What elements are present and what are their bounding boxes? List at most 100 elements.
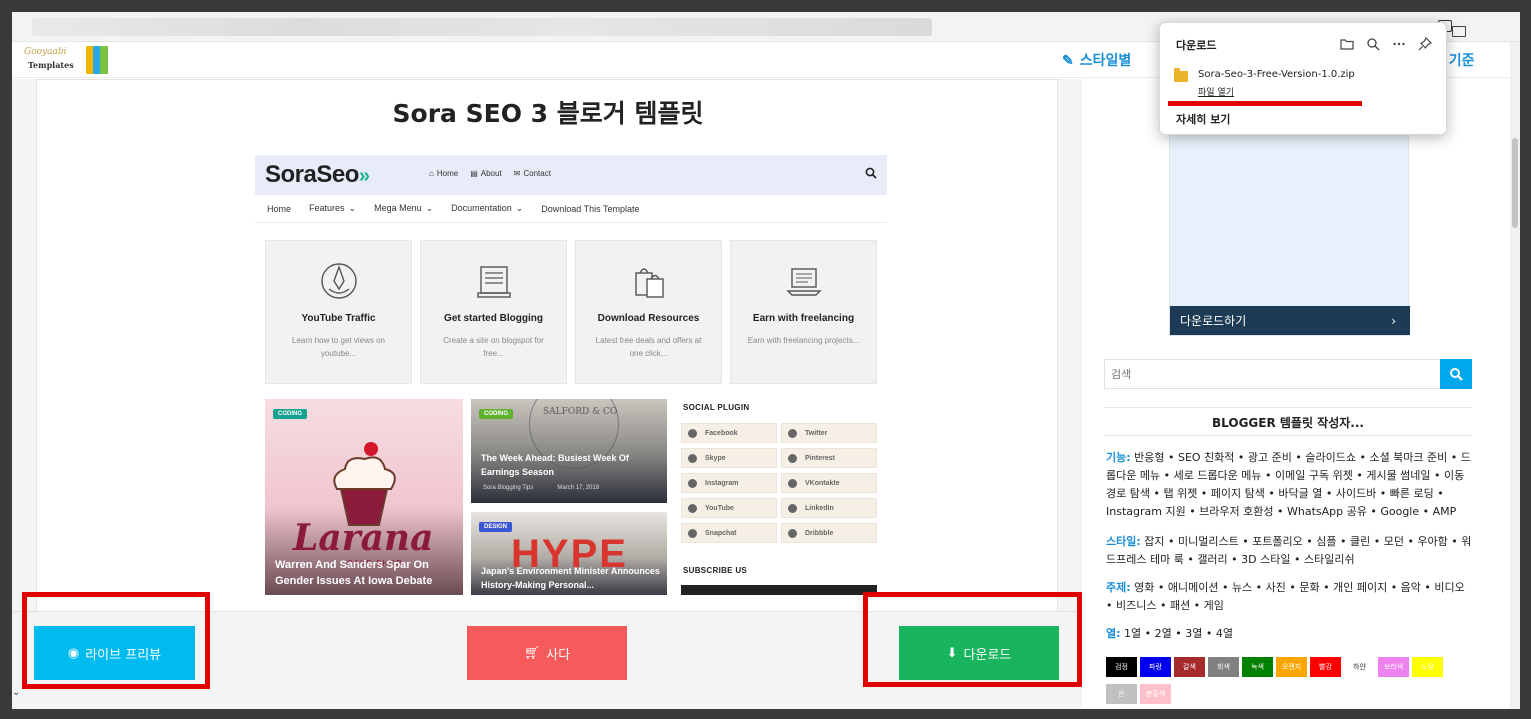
post-title: The Week Ahead: Busiest Week Of Earnings… <box>481 453 629 477</box>
social-button: LinkedIn <box>781 498 877 518</box>
post-badge: CODING <box>479 409 513 419</box>
chevron-right-icon: › <box>1391 313 1396 328</box>
divider <box>1104 435 1472 436</box>
preview-top-link: ⌂ Home <box>429 169 459 178</box>
youtube-icon <box>688 503 697 513</box>
preview-card-desc: Latest free deals and offers at one clic… <box>595 336 702 358</box>
color-chip[interactable]: 은 <box>1106 684 1137 704</box>
preview-card-title: YouTube Traffic <box>301 313 376 324</box>
snapchat-icon <box>688 528 697 538</box>
sidebar: 다운로드하기 › BLOGGER 템플릿 작성자... 기능: 반응형 • SE… <box>1099 79 1509 709</box>
social-button: Instagram <box>681 473 777 493</box>
social-button: Facebook <box>681 423 777 443</box>
color-chip-list: 검정 파랑 갈색 회색 녹색 오렌지 빨강 하얀 보라색 노랑은 분홍색 <box>1106 657 1472 704</box>
video-thumbnail <box>681 585 877 595</box>
download-popup: 다운로드 Sora-Seo-3-Free-Version-1.0.zip 파일 … <box>1159 22 1447 135</box>
nav-style-link[interactable]: ✎ 스타일별 <box>1062 50 1131 70</box>
buy-label: 사다 <box>546 647 571 663</box>
highlight-box-preview <box>22 592 210 689</box>
post-image-text: SALFORD & CO <box>543 407 618 417</box>
color-chip[interactable]: 하얀 <box>1344 657 1375 677</box>
dribbble-icon <box>788 528 797 538</box>
buy-button[interactable]: 🛒︎ 사다 <box>467 626 627 680</box>
search-input[interactable] <box>1105 360 1439 388</box>
more-options-icon[interactable] <box>1392 37 1406 51</box>
chevron-down-icon[interactable]: ⌄ <box>12 687 20 698</box>
preview-menu-item: Features <box>309 203 356 214</box>
post-meta: Sora Blogging Tips March 17, 2018 <box>483 485 599 491</box>
folder-icon[interactable] <box>1340 37 1354 51</box>
color-chip[interactable]: 파랑 <box>1140 657 1171 677</box>
color-chip[interactable]: 검정 <box>1106 657 1137 677</box>
logo-subtext: Templates <box>28 60 74 70</box>
download-popup-toolbar <box>1340 37 1432 51</box>
columns-key: 열: <box>1106 627 1121 640</box>
site-logo[interactable]: Gooyaabi Templates <box>24 44 108 76</box>
color-chip[interactable]: 노랑 <box>1412 657 1443 677</box>
double-chevron-icon: » <box>358 165 370 187</box>
features-text: 반응형 • SEO 친화적 • 광고 준비 • 슬라이드쇼 • 소셜 북마크 준… <box>1106 451 1471 518</box>
preview-logo-text: SoraSeo <box>265 161 359 188</box>
download-file-name[interactable]: Sora-Seo-3-Free-Version-1.0.zip <box>1198 69 1355 80</box>
preview-topbar: SoraSeo» ⌂ Home ▤ About ✉ Contact <box>255 155 887 195</box>
scrollbar-thumb[interactable] <box>1512 138 1518 228</box>
cupcake-icon <box>333 442 396 526</box>
mail-icon: ✉ <box>513 169 521 178</box>
post-image-text: Larana <box>293 517 434 559</box>
preview-card-desc: Earn with freelancing projects... <box>747 336 860 345</box>
preview-top-link: ▤ About <box>470 169 502 178</box>
sidebar-download-label: 다운로드하기 <box>1180 314 1247 328</box>
features-key: 기능: <box>1106 451 1131 464</box>
laptop-icon <box>785 268 822 296</box>
linkedin-icon <box>788 503 797 513</box>
social-heading: SOCIAL PLUGIN <box>683 403 750 412</box>
template-preview-image: SoraSeo» ⌂ Home ▤ About ✉ Contact Home Feat… <box>255 155 887 595</box>
social-button: Snapchat <box>681 523 777 543</box>
open-file-link[interactable]: 파일 열기 <box>1198 85 1234 98</box>
color-chip[interactable]: 오렌지 <box>1276 657 1307 677</box>
zip-folder-icon <box>1174 68 1188 82</box>
sidebar-download-button[interactable]: 다운로드하기 › <box>1170 306 1410 335</box>
preview-top-links: ⌂ Home ▤ About ✉ Contact <box>429 169 551 178</box>
preview-post: DESIGN HYPE Japan's Environment Minister… <box>471 512 667 595</box>
browser-viewport: Gooyaabi Templates ✎ 스타일별 롸 기준 Sora SEO 3… <box>12 12 1520 709</box>
skype-icon <box>688 453 697 463</box>
highlight-underline <box>1168 101 1362 106</box>
social-button: Dribbble <box>781 523 877 543</box>
preview-menu-item: Download This Template <box>541 203 640 214</box>
books-icon <box>86 46 112 74</box>
preview-logo: SoraSeo» <box>265 161 370 189</box>
color-chip[interactable]: 갈색 <box>1174 657 1205 677</box>
search-icon <box>1450 368 1463 381</box>
pin-icon[interactable] <box>1418 37 1432 51</box>
twitter-icon <box>788 428 797 438</box>
folder-icon[interactable] <box>1452 26 1466 37</box>
topic-key: 주제: <box>1106 581 1131 594</box>
nav-style-label: 스타일별 <box>1079 52 1132 68</box>
style-key: 스타일: <box>1106 535 1141 548</box>
post-date: March 17, 2018 <box>557 485 600 491</box>
preview-card-title: Get started Blogging <box>444 313 543 324</box>
color-chip[interactable]: 회색 <box>1208 657 1239 677</box>
page-scrollbar[interactable] <box>1510 42 1520 709</box>
color-chip[interactable]: 보라색 <box>1378 657 1409 677</box>
color-chip[interactable]: 녹색 <box>1242 657 1273 677</box>
color-chip[interactable]: 분홍색 <box>1140 684 1171 704</box>
features-paragraph: 기능: 반응형 • SEO 친화적 • 광고 준비 • 슬라이드쇼 • 소셜 북… <box>1106 449 1472 521</box>
search-icon <box>865 167 877 179</box>
search-button[interactable] <box>1440 359 1472 389</box>
preview-post: CODING SALFORD & CO The Week Ahead: Busi… <box>471 399 667 503</box>
preview-menu-item: Documentation <box>451 203 523 214</box>
preview-feature-cards: YouTube Traffic Learn how to get views o… <box>265 240 877 384</box>
search-icon[interactable] <box>1366 37 1380 51</box>
columns-paragraph: 열: 1열 • 2열 • 3열 • 4열 <box>1106 625 1472 643</box>
color-chip[interactable]: 빨강 <box>1310 657 1341 677</box>
post-author: Sora Blogging Tips <box>483 485 534 491</box>
sidebar-search <box>1104 359 1472 389</box>
preview-menu-item: Mega Menu <box>374 203 433 214</box>
home-icon: ⌂ <box>429 169 434 178</box>
see-more-link[interactable]: 자세히 보기 <box>1176 111 1230 127</box>
style-paragraph: 스타일: 잡지 • 미니멀리스트 • 포트폴리오 • 심플 • 클린 • 모던 … <box>1106 533 1472 569</box>
cart-icon: 🛒︎ <box>523 645 541 661</box>
social-button: Skype <box>681 448 777 468</box>
